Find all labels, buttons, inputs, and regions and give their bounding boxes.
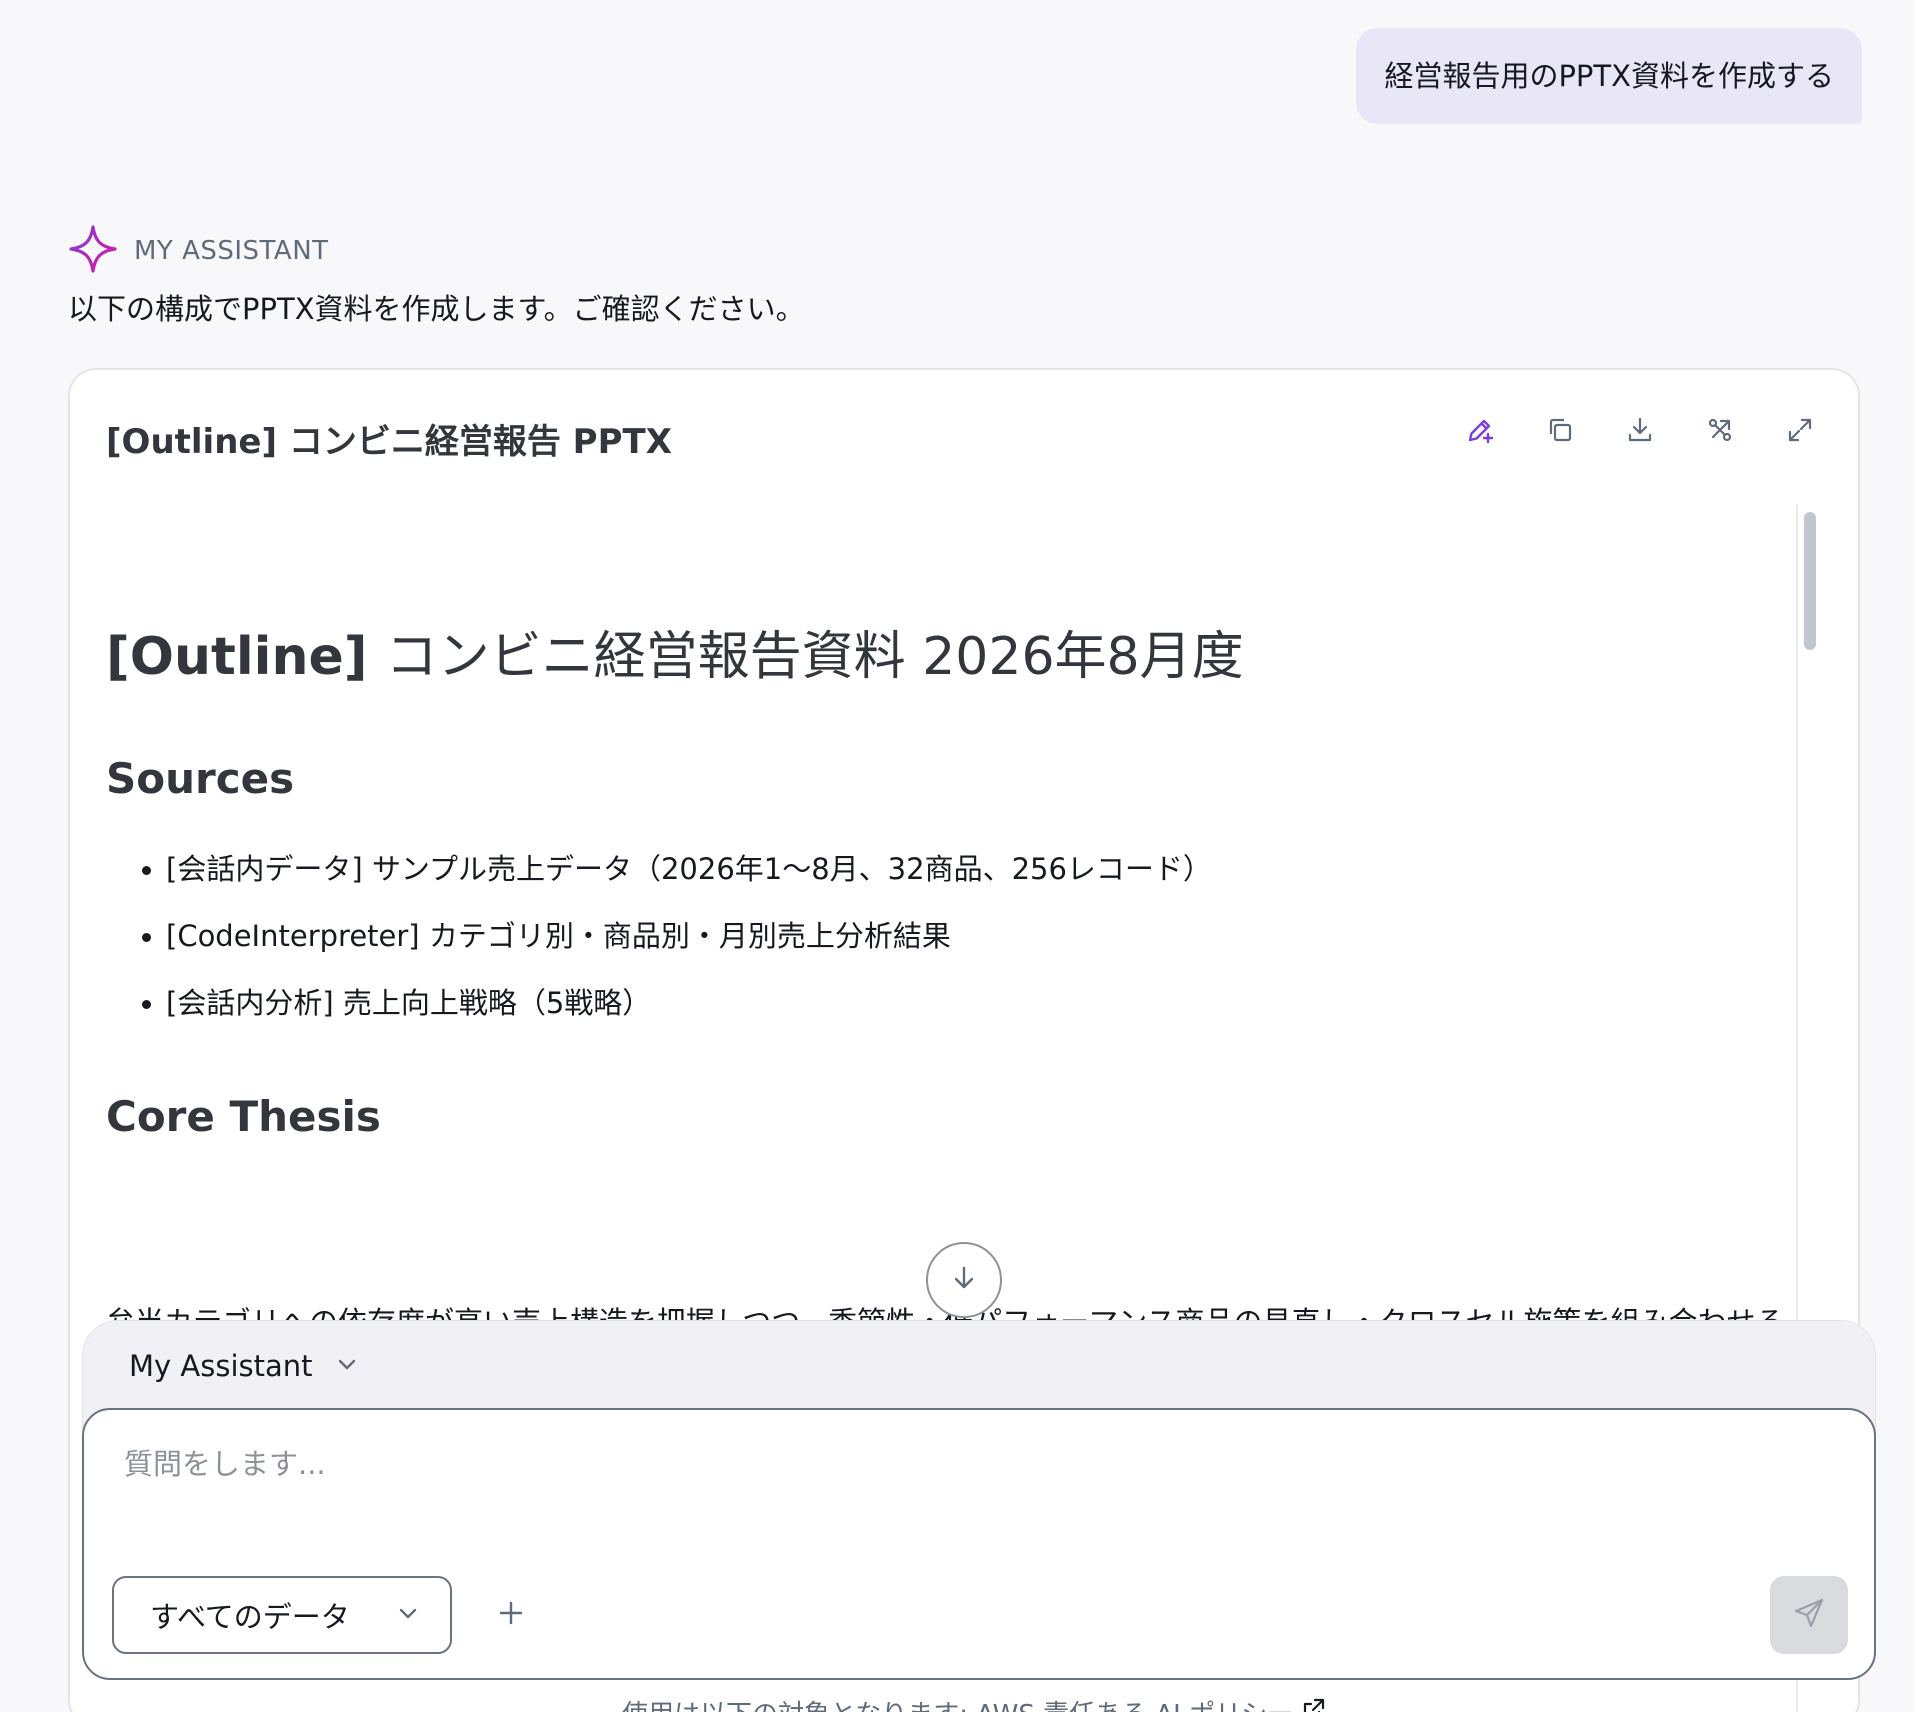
send-button[interactable]: [1770, 1576, 1848, 1654]
send-icon: [1792, 1596, 1826, 1634]
data-scope-label: すべてのデータ: [150, 1600, 350, 1634]
document-title-prefix: [Outline]: [106, 627, 368, 687]
copy-icon: [1545, 415, 1575, 449]
message-composer: すべてのデータ: [82, 1408, 1876, 1680]
list-item: [会話内分析] 売上向上戦略（5戦略）: [142, 970, 1212, 1037]
assistant-intro-text: 以下の構成でPPTX資料を作成します。ご確認ください。: [68, 292, 805, 326]
list-item: [会話内データ] サンプル売上データ（2026年1〜8月、32商品、256レコー…: [142, 836, 1212, 903]
arrow-down-icon: [949, 1263, 979, 1297]
plus-icon: [496, 1598, 526, 1632]
chevron-down-icon: [335, 1352, 359, 1380]
user-message-text: 経営報告用のPPTX資料を作成する: [1384, 59, 1834, 93]
message-input[interactable]: [124, 1434, 1624, 1494]
scroll-to-bottom-button[interactable]: [926, 1242, 1002, 1318]
edit-button[interactable]: [1458, 410, 1502, 454]
chevron-down-icon: [396, 1601, 420, 1629]
user-message-bubble: 経営報告用のPPTX資料を作成する: [1356, 28, 1862, 124]
external-link-icon[interactable]: [1301, 1696, 1327, 1712]
data-scope-dropdown[interactable]: すべてのデータ: [112, 1576, 452, 1654]
download-button[interactable]: [1618, 410, 1662, 454]
scrollbar-thumb[interactable]: [1804, 512, 1816, 650]
share-button[interactable]: [1698, 410, 1742, 454]
assistant-name: MY ASSISTANT: [134, 236, 329, 266]
agent-select-label: My Assistant: [129, 1349, 313, 1383]
copy-button[interactable]: [1538, 410, 1582, 454]
agent-select-dropdown[interactable]: My Assistant: [129, 1349, 359, 1383]
document-title: [Outline] コンビニ経営報告資料 2026年8月度: [106, 614, 1244, 689]
expand-icon: [1785, 415, 1815, 449]
share-icon: [1705, 415, 1735, 449]
sparkle-icon: [68, 224, 118, 278]
artifact-title: [Outline] コンビニ経営報告 PPTX: [106, 422, 672, 462]
ai-policy-text: 使用は以下の対象となります: AWS 責任ある AI ポリシー: [622, 1694, 1293, 1712]
document-title-main: コンビニ経営報告資料 2026年8月度: [385, 627, 1244, 687]
ai-policy-note: 使用は以下の対象となります: AWS 責任ある AI ポリシー: [622, 1694, 1327, 1712]
expand-button[interactable]: [1778, 410, 1822, 454]
artifact-toolbar: [1458, 410, 1822, 454]
sources-list: [会話内データ] サンプル売上データ（2026年1〜8月、32商品、256レコー…: [142, 836, 1212, 1037]
edit-icon: [1465, 415, 1495, 449]
download-icon: [1625, 415, 1655, 449]
sources-heading: Sources: [106, 754, 295, 803]
list-item: [CodeInterpreter] カテゴリ別・商品別・月別売上分析結果: [142, 903, 1212, 970]
core-thesis-heading: Core Thesis: [106, 1092, 381, 1141]
add-attachment-button[interactable]: [488, 1592, 534, 1638]
assistant-header: MY ASSISTANT: [68, 224, 329, 278]
